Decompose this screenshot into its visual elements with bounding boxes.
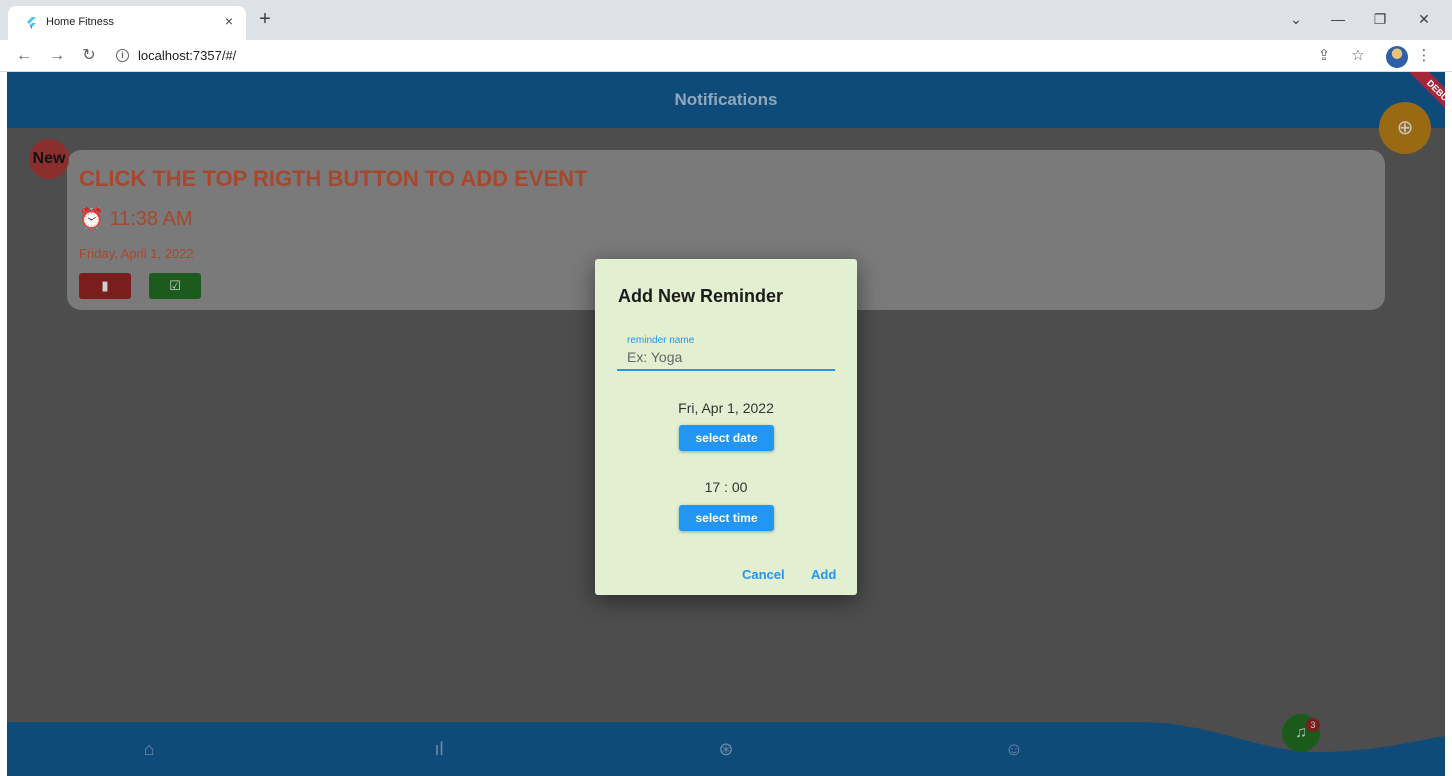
done-button[interactable]: ☑ [149, 273, 201, 299]
url-text: localhost:7357/#/ [138, 48, 237, 63]
reminder-date: Friday, April 1, 2022 [79, 246, 194, 261]
reminder-name-input[interactable] [617, 345, 835, 371]
selected-time: 17 : 00 [704, 479, 748, 495]
reload-icon[interactable]: ↻ [78, 45, 100, 67]
restore-button[interactable]: ❐ [1366, 8, 1394, 30]
new-badge: New [29, 139, 69, 179]
profile-icon[interactable]: ☺ [1003, 738, 1025, 760]
tab-title: Home Fitness [46, 16, 114, 28]
profile-avatar[interactable] [1386, 46, 1408, 68]
app-bar: Notifications [7, 72, 1445, 128]
minimize-button[interactable]: — [1324, 8, 1352, 30]
address-bar[interactable]: i localhost:7357/#/ [104, 43, 1304, 69]
flutter-icon [27, 17, 36, 29]
alarm-clock-icon: ⏰ [79, 208, 104, 230]
home-icon[interactable]: ⌂ [138, 738, 160, 760]
back-icon[interactable]: ← [13, 45, 35, 67]
tab-close-icon[interactable]: × [220, 12, 238, 30]
browser-toolbar: ← → ↻ i localhost:7357/#/ ⇪ ☆ ⋮ [0, 40, 1452, 72]
menu-icon[interactable]: ⋮ [1414, 46, 1434, 66]
add-alarm-button[interactable]: ⊕ [1379, 102, 1431, 154]
delete-button[interactable]: ▮ [79, 273, 131, 299]
tab-strip: Home Fitness × + ⌄ — ❐ ✕ [0, 0, 1452, 40]
reminder-time-text: 11:38 AM [109, 208, 193, 230]
add-alarm-icon: ⊕ [1396, 117, 1414, 139]
trash-icon: ▮ [101, 278, 109, 293]
reminder-time: ⏰ 11:38 AM [79, 206, 193, 231]
close-window-button[interactable]: ✕ [1410, 8, 1438, 30]
browser-tab[interactable]: Home Fitness × [8, 6, 246, 40]
share-icon[interactable]: ⇪ [1314, 46, 1334, 66]
tab-search-icon[interactable]: ⌄ [1282, 8, 1310, 30]
cancel-button[interactable]: Cancel [742, 567, 785, 582]
reminder-title: CLICK THE TOP RIGTH BUTTON TO ADD EVENT [79, 166, 588, 191]
notification-count-badge: 3 [1306, 718, 1320, 732]
clipboard-check-icon: ☑ [169, 278, 181, 293]
add-button[interactable]: Add [811, 567, 836, 582]
dialog-title: Add New Reminder [618, 286, 784, 306]
activity-icon[interactable]: ⊛ [715, 738, 737, 760]
bookmark-star-icon[interactable]: ☆ [1348, 46, 1368, 66]
forward-icon[interactable]: → [46, 45, 68, 67]
site-info-icon[interactable]: i [116, 49, 129, 62]
select-date-button[interactable]: select date [679, 425, 774, 451]
stats-icon[interactable]: ıl [428, 738, 450, 760]
add-reminder-dialog: Add New Reminder reminder name Fri, Apr … [595, 259, 857, 595]
selected-date: Fri, Apr 1, 2022 [678, 400, 774, 416]
browser-window: Home Fitness × + ⌄ — ❐ ✕ ← → ↻ i localho… [0, 0, 1452, 776]
select-time-button[interactable]: select time [679, 505, 774, 531]
page-title: Notifications [674, 90, 778, 109]
new-tab-button[interactable]: + [255, 9, 275, 30]
